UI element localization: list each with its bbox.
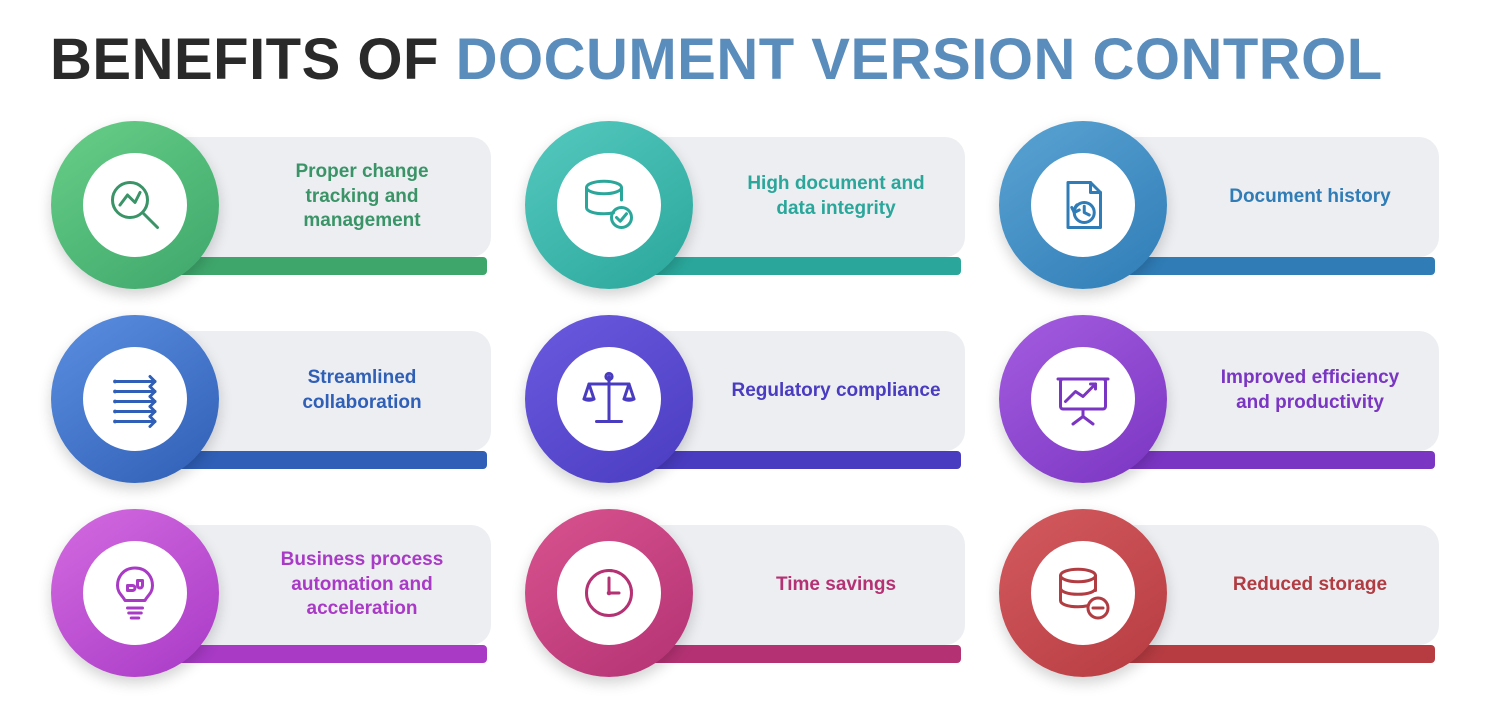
benefit-item: Streamlined collaboration: [51, 319, 491, 491]
benefit-label: High document and data integrity: [731, 172, 941, 221]
benefit-disc: [525, 509, 693, 677]
benefit-label: Streamlined collaboration: [257, 366, 467, 415]
benefit-icon-circle: [1031, 347, 1135, 451]
page-title: Benefits of Document Version Control: [50, 30, 1440, 91]
benefit-underline: [1109, 257, 1435, 275]
benefit-label: Time savings: [731, 573, 941, 598]
benefit-underline: [161, 257, 487, 275]
document-history-icon: [1053, 175, 1113, 235]
benefit-underline: [161, 451, 487, 469]
benefit-item: Business process automation and accelera…: [51, 513, 491, 685]
benefit-item: Reduced storage: [999, 513, 1439, 685]
benefit-icon-circle: [83, 541, 187, 645]
benefit-item: Improved efficiency and productivity: [999, 319, 1439, 491]
benefit-disc: [51, 315, 219, 483]
benefit-underline: [635, 645, 961, 663]
benefit-disc: [999, 315, 1167, 483]
benefit-icon-circle: [83, 153, 187, 257]
benefit-disc: [51, 509, 219, 677]
title-part-1: Benefits of: [50, 27, 456, 92]
benefit-icon-circle: [1031, 153, 1135, 257]
benefit-icon-circle: [1031, 541, 1135, 645]
benefit-label: Proper change tracking and management: [257, 160, 467, 234]
benefit-icon-circle: [557, 347, 661, 451]
scales-icon: [579, 369, 639, 429]
clock-icon: [579, 563, 639, 623]
title-part-2: Document Version Control: [456, 27, 1383, 92]
benefit-item: Document history: [999, 125, 1439, 297]
benefit-label: Improved efficiency and productivity: [1205, 366, 1415, 415]
benefit-label: Document history: [1205, 185, 1415, 210]
benefit-disc: [51, 121, 219, 289]
benefit-label: Business process automation and accelera…: [257, 548, 467, 622]
lightbulb-puzzle-icon: [105, 563, 165, 623]
benefit-item: Time savings: [525, 513, 965, 685]
benefit-label: Regulatory compliance: [731, 379, 941, 404]
benefit-icon-circle: [557, 541, 661, 645]
benefit-item: Proper change tracking and management: [51, 125, 491, 297]
benefit-underline: [635, 257, 961, 275]
list-arrows-icon: [105, 369, 165, 429]
benefit-underline: [161, 645, 487, 663]
benefit-underline: [1109, 645, 1435, 663]
benefit-disc: [525, 315, 693, 483]
benefits-grid: Proper change tracking and management Hi…: [50, 119, 1440, 685]
magnifier-chart-icon: [105, 175, 165, 235]
database-minus-icon: [1053, 563, 1113, 623]
benefit-item: Regulatory compliance: [525, 319, 965, 491]
benefit-icon-circle: [83, 347, 187, 451]
database-check-icon: [579, 175, 639, 235]
benefit-icon-circle: [557, 153, 661, 257]
benefit-label: Reduced storage: [1205, 573, 1415, 598]
benefit-disc: [525, 121, 693, 289]
benefit-disc: [999, 121, 1167, 289]
benefit-item: High document and data integrity: [525, 125, 965, 297]
benefit-underline: [635, 451, 961, 469]
presentation-chart-icon: [1053, 369, 1113, 429]
benefit-disc: [999, 509, 1167, 677]
benefit-underline: [1109, 451, 1435, 469]
